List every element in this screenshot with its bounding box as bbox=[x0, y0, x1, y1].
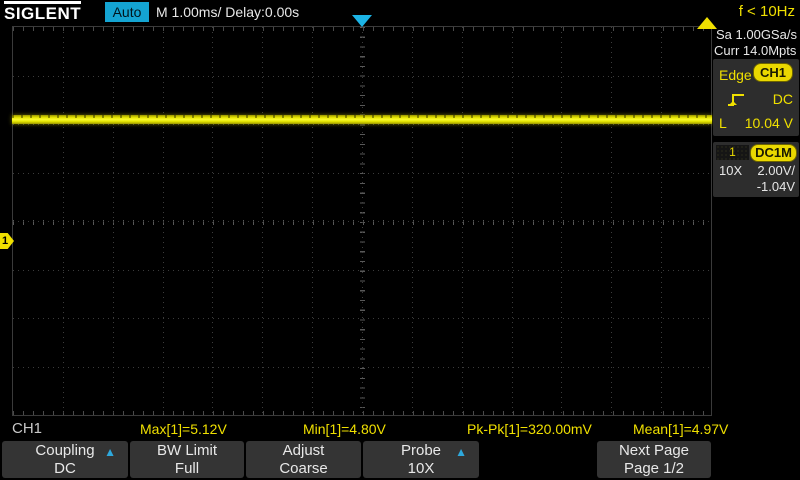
trigger-level-arrow-icon[interactable] bbox=[697, 17, 717, 29]
top-status-bar: SIGLENT Auto M 1.00ms/ Delay:0.00s f < 1… bbox=[0, 0, 800, 24]
softkey-probe[interactable]: Probe ▲ 10X bbox=[363, 441, 479, 478]
trigger-frequency-readout: f < 10Hz bbox=[738, 3, 795, 20]
trigger-type-label: Edge bbox=[719, 67, 752, 83]
grid-hline bbox=[13, 76, 711, 77]
graticule bbox=[12, 26, 712, 416]
measurement-pkpk: Pk-Pk[1]=320.00mV bbox=[467, 421, 592, 437]
softkey-value: 10X bbox=[407, 460, 435, 477]
softkey-value: Coarse bbox=[279, 460, 328, 477]
trigger-level-row: L 10.04 V bbox=[719, 113, 793, 133]
softkey-value: Full bbox=[174, 460, 200, 477]
grid-hline bbox=[13, 124, 711, 125]
softkey-adjust[interactable]: Adjust Coarse bbox=[246, 441, 361, 478]
softkey-label: Coupling bbox=[35, 442, 95, 459]
measurement-max: Max[1]=5.12V bbox=[140, 421, 227, 437]
softkey-value: DC bbox=[54, 460, 76, 477]
grid-hline bbox=[13, 173, 711, 174]
timebase-readout: M 1.00ms/ Delay:0.00s bbox=[156, 4, 300, 20]
channel-coupling-badge: DC1M bbox=[750, 144, 797, 162]
trigger-coupling-value: DC bbox=[772, 91, 793, 107]
grid-hline bbox=[13, 318, 711, 319]
measurement-min: Min[1]=4.80V bbox=[303, 421, 386, 437]
softkey-label: Next Page bbox=[618, 442, 690, 459]
softkey-label: Adjust bbox=[282, 442, 325, 459]
measurement-channel-label: CH1 bbox=[12, 420, 43, 437]
memory-depth-readout: Curr 14.0Mpts bbox=[714, 43, 797, 58]
trigger-slope-row: DC bbox=[719, 89, 793, 109]
up-arrow-icon: ▲ bbox=[104, 445, 116, 459]
trigger-info-box: Edge CH1 DC L 10.04 V bbox=[713, 59, 799, 136]
oscilloscope-screen: SIGLENT Auto M 1.00ms/ Delay:0.00s f < 1… bbox=[0, 0, 800, 480]
trigger-source-badge: CH1 bbox=[752, 63, 793, 82]
softkey-label: Probe bbox=[400, 442, 442, 459]
measurement-mean: Mean[1]=4.97V bbox=[633, 421, 729, 437]
softkey-next-page[interactable]: Next Page Page 1/2 bbox=[597, 441, 711, 478]
up-arrow-icon: ▲ bbox=[455, 445, 467, 459]
grid-hline bbox=[13, 367, 711, 368]
softkey-menu-bar: Coupling ▲ DC BW Limit Full Adjust Coars… bbox=[0, 440, 800, 480]
softkey-label: BW Limit bbox=[157, 442, 217, 459]
channel-offset-readout: -1.04V bbox=[756, 179, 795, 194]
siglent-logo: SIGLENT bbox=[4, 1, 82, 23]
trigger-level-value: 10.04 V bbox=[744, 115, 793, 131]
trigger-level-label: L bbox=[719, 115, 727, 131]
trigger-position-arrow-icon[interactable] bbox=[352, 15, 372, 27]
channel-info-box: 1 DC1M 10X 2.00V/ -1.04V bbox=[713, 142, 799, 197]
ch1-waveform-trace bbox=[12, 115, 712, 124]
volts-per-div-readout: 2.00V/ bbox=[757, 163, 795, 178]
trigger-type-row: Edge CH1 bbox=[719, 63, 793, 85]
sample-rate-readout: Sa 1.00GSa/s bbox=[716, 27, 797, 42]
softkey-bw-limit[interactable]: BW Limit Full bbox=[130, 441, 244, 478]
acquisition-mode-badge: Auto bbox=[105, 2, 149, 22]
softkey-value: Page 1/2 bbox=[623, 460, 685, 477]
softkey-coupling[interactable]: Coupling ▲ DC bbox=[2, 441, 128, 478]
grid-hline bbox=[13, 221, 711, 222]
channel-number-badge: 1 bbox=[716, 145, 749, 160]
measurement-bar: CH1 Max[1]=5.12V Min[1]=4.80V Pk-Pk[1]=3… bbox=[0, 417, 800, 440]
rising-edge-icon bbox=[727, 92, 745, 112]
probe-attenuation-readout: 10X bbox=[719, 163, 743, 178]
grid-hline bbox=[13, 270, 711, 271]
